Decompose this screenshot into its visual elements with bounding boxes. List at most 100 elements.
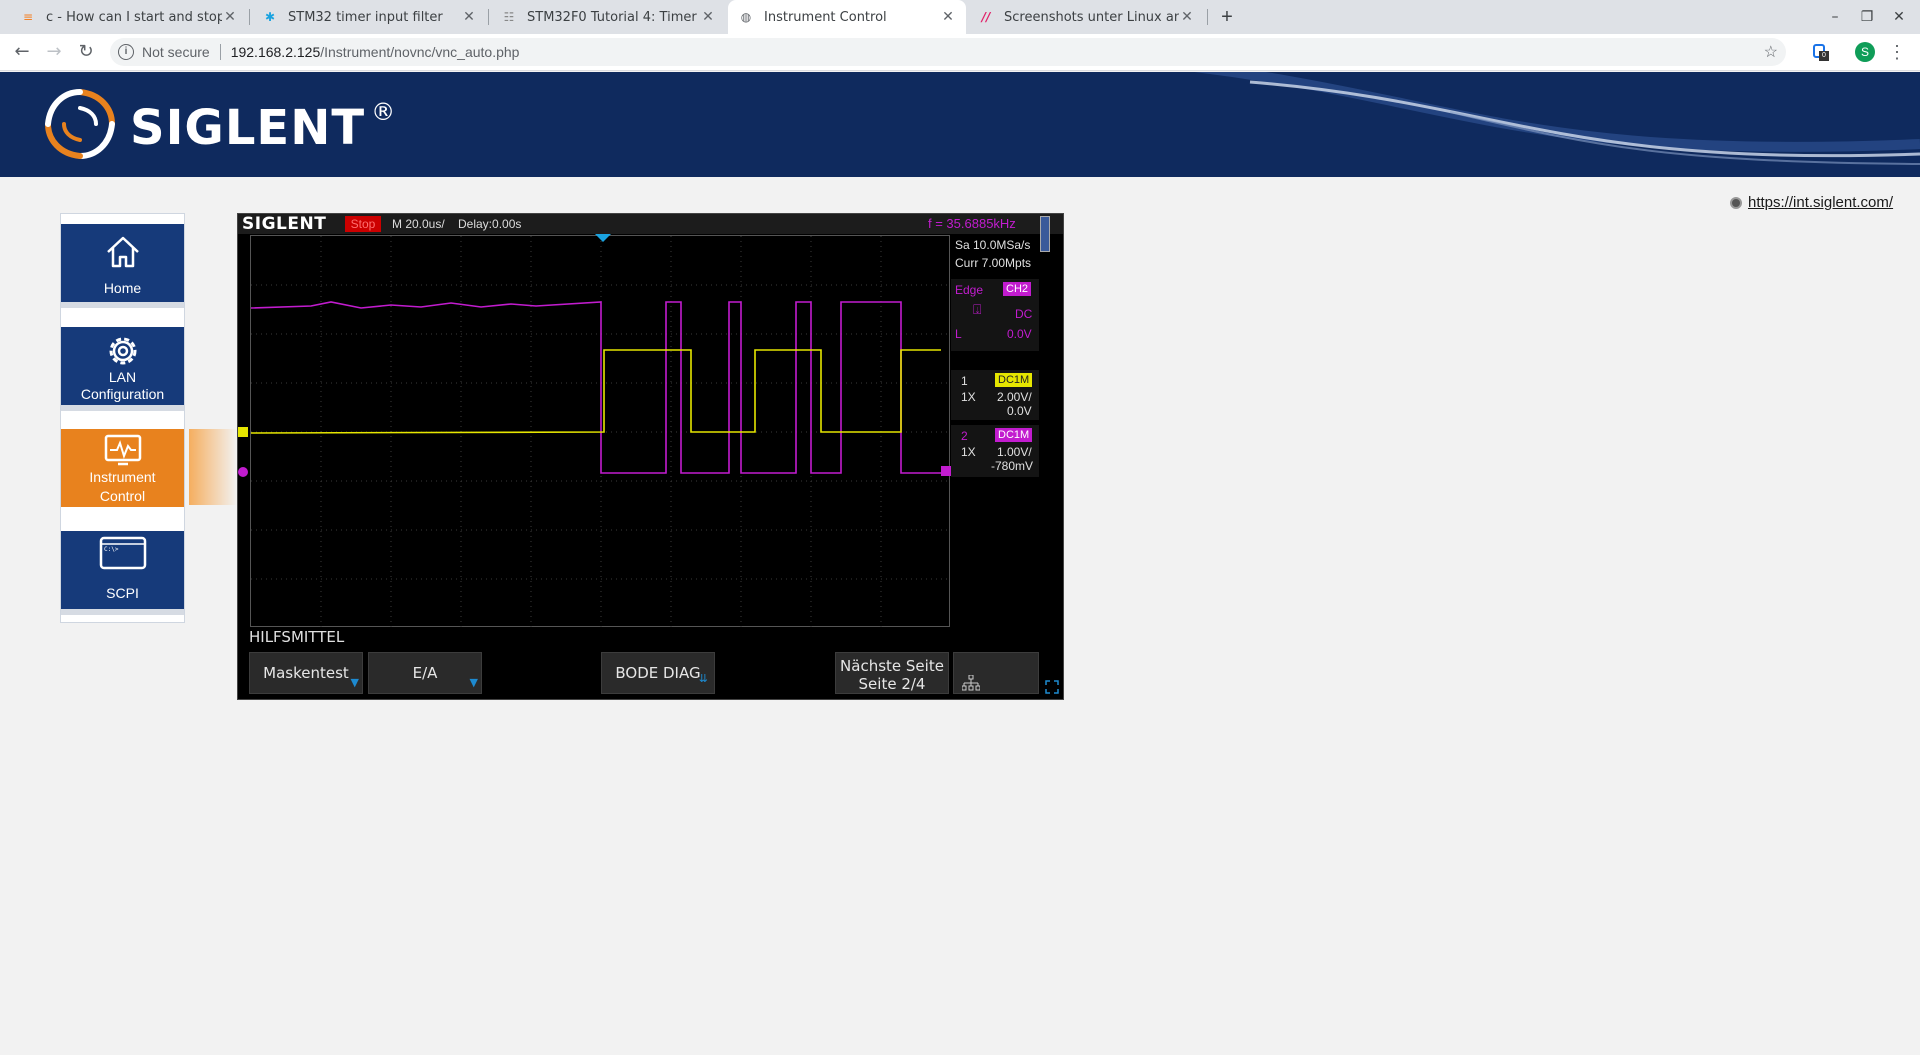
- ch1-offset-marker: [238, 427, 248, 437]
- link-bullet-icon: [1730, 196, 1742, 209]
- address-bar[interactable]: i Not secure 192.168.2.125 /Instrument/n…: [110, 38, 1786, 66]
- nav-label-home: Home: [103, 280, 142, 296]
- trigger-info-box[interactable]: Edge CH2 ⍗ DC L 0.0V: [951, 279, 1039, 351]
- globe-icon: ◍: [740, 10, 752, 24]
- nav-item-home[interactable]: Home: [61, 224, 184, 302]
- st-icon: ✱: [264, 10, 276, 24]
- browser-tab-instrument-control[interactable]: ◍ Instrument Control ✕: [728, 0, 966, 34]
- ch2-offset: -780mV: [991, 459, 1034, 473]
- softkey-next-page[interactable]: Nächste Seite Seite 2/4: [835, 652, 949, 694]
- address-host: 192.168.2.125: [230, 44, 321, 60]
- softkey-label: BODE DIAG: [615, 664, 701, 682]
- fullscreen-icon[interactable]: [1045, 680, 1059, 694]
- close-tab-icon[interactable]: ✕: [222, 9, 238, 25]
- bookmark-star-icon[interactable]: ☆: [1764, 42, 1778, 62]
- run-state-indicator: Stop: [345, 216, 381, 232]
- nav-divider: [61, 302, 184, 308]
- gear-icon: [109, 337, 137, 365]
- siglent-logo-text: SIGLENT ®: [130, 98, 397, 156]
- ch2-number: 2: [961, 429, 968, 443]
- timebase-readout: M 20.0us/: [392, 217, 445, 231]
- scope-brand: SIGLENT: [242, 214, 327, 234]
- siglent-logo-icon: [45, 89, 115, 159]
- nav-item-instrument-control[interactable]: Instrument Control: [61, 429, 184, 507]
- nav-label-configuration: Configuration: [80, 386, 165, 402]
- softkey-ea[interactable]: E/A ▼: [368, 652, 482, 694]
- arrow-down-icon: ▼: [350, 676, 359, 689]
- tab-separator: [249, 9, 250, 25]
- doc-icon: ☷: [503, 10, 515, 24]
- ch2-offset-marker: [238, 467, 248, 477]
- extension-icon[interactable]: 0: [1810, 42, 1830, 62]
- trigger-coupling: DC: [1015, 307, 1033, 321]
- browser-menu-icon[interactable]: ⋮: [1888, 40, 1906, 64]
- terminal-icon: C:\>: [99, 536, 147, 570]
- ch2-info-box[interactable]: 2 DC1M 1X 1.00V/ -780mV: [951, 425, 1039, 477]
- trigger-type: Edge: [955, 283, 984, 297]
- info-icon[interactable]: i: [118, 44, 134, 60]
- ch1-number: 1: [961, 374, 968, 388]
- profile-avatar[interactable]: S: [1855, 42, 1875, 62]
- address-divider: [219, 44, 221, 60]
- softkey-label: Nächste Seite: [840, 657, 944, 675]
- arrow-down-icon: ▼: [469, 676, 478, 689]
- nav-label-scpi: SCPI: [106, 585, 139, 601]
- external-link[interactable]: https://int.siglent.com/: [1730, 194, 1893, 211]
- close-tab-icon[interactable]: ✕: [1179, 9, 1195, 25]
- scope-side-panel: Sa 10.0MSa/s Curr 7.00Mpts Edge CH2 ⍗ DC…: [951, 235, 1061, 477]
- ch1-coupling: DC1M: [995, 373, 1033, 387]
- trigger-level-value: 0.0V: [1007, 327, 1032, 341]
- browser-tab-stackoverflow[interactable]: ≡ c - How can I start and stop a ti ✕: [10, 0, 248, 34]
- security-status[interactable]: Not secure: [142, 44, 210, 60]
- stackoverflow-icon: ≡: [22, 10, 34, 24]
- terminal-prompt: C:\>: [104, 546, 119, 553]
- nav-divider: [61, 405, 184, 411]
- registered-mark: ®: [371, 98, 397, 126]
- ch1-offset: 0.0V: [1007, 404, 1032, 418]
- delay-readout: Delay:0.00s: [458, 217, 522, 231]
- close-window-button[interactable]: ✕: [1884, 0, 1914, 34]
- trigger-level-marker: [941, 466, 951, 476]
- nav-label-instrument: Instrument: [89, 469, 156, 485]
- browser-tab-stm32f0-tutorial[interactable]: ☷ STM32F0 Tutorial 4: Timer and ✕: [491, 0, 726, 34]
- waveform-canvas: [251, 236, 951, 628]
- trigger-source: CH2: [1003, 282, 1032, 296]
- browser-tab-stm32-timer[interactable]: ✱ STM32 timer input filter ✕: [252, 0, 487, 34]
- ch1-scale: 2.00V/: [997, 390, 1032, 404]
- browser-tab-screenshots[interactable]: // Screenshots unter Linux anferti ✕: [968, 0, 1205, 34]
- back-button[interactable]: ←: [8, 38, 36, 66]
- softkey-bode-diag[interactable]: BODE DIAG ⇊: [601, 652, 715, 694]
- double-arrow-down-icon: ⇊: [698, 672, 708, 685]
- nav-label-lan: LAN: [108, 369, 137, 385]
- ch2-probe: 1X: [961, 445, 976, 459]
- trigger-level-label: L: [955, 327, 962, 341]
- softkey-maskentest[interactable]: Maskentest ▼: [249, 652, 363, 694]
- new-tab-button[interactable]: +: [1214, 4, 1240, 30]
- ch2-scale: 1.00V/: [997, 445, 1032, 459]
- waveform-grid[interactable]: [250, 235, 951, 628]
- tab-separator: [488, 9, 489, 25]
- external-link-text[interactable]: https://int.siglent.com/: [1748, 194, 1893, 211]
- address-path: /Instrument/novnc/vnc_auto.php: [320, 44, 520, 60]
- softkey-label: E/A: [412, 664, 438, 682]
- minimize-button[interactable]: –: [1820, 0, 1850, 34]
- nav-item-scpi[interactable]: C:\> SCPI: [61, 531, 184, 609]
- reload-button[interactable]: ↻: [72, 38, 100, 66]
- close-tab-icon[interactable]: ✕: [700, 9, 716, 25]
- forward-button[interactable]: →: [40, 38, 68, 66]
- oscilloscope-display[interactable]: SIGLENT Stop M 20.0us/ Delay:0.00s f = 3…: [237, 213, 1064, 700]
- home-icon: [107, 236, 139, 268]
- network-status-key[interactable]: [953, 652, 1039, 694]
- ch1-waveform: [251, 349, 941, 434]
- restore-button[interactable]: ❐: [1852, 0, 1882, 34]
- browser-tab-bar: ≡ c - How can I start and stop a ti ✕ ✱ …: [0, 0, 1920, 34]
- softkey-sublabel: Seite 2/4: [858, 675, 926, 693]
- brand-name: SIGLENT: [130, 100, 366, 156]
- close-tab-icon[interactable]: ✕: [461, 9, 477, 25]
- nav-item-lan-configuration[interactable]: LAN Configuration: [61, 327, 184, 405]
- sample-rate-readout: Sa 10.0MSa/s: [955, 238, 1031, 252]
- close-tab-icon[interactable]: ✕: [940, 9, 956, 25]
- ch1-info-box[interactable]: 1 DC1M 1X 2.00V/ 0.0V: [951, 370, 1039, 420]
- memory-depth-readout: Curr 7.00Mpts: [955, 256, 1032, 270]
- active-nav-connector: [189, 429, 237, 505]
